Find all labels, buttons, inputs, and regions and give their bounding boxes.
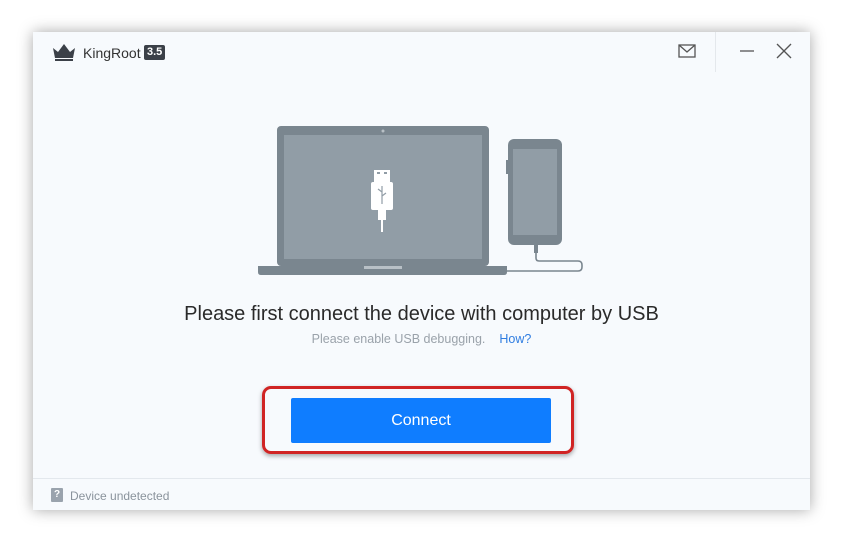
usb-debugging-hint: Please enable USB debugging. How? bbox=[33, 332, 810, 346]
close-icon[interactable] bbox=[773, 40, 795, 62]
how-link[interactable]: How? bbox=[499, 332, 531, 346]
connect-button[interactable]: Connect bbox=[291, 398, 551, 443]
usb-debugging-text: Please enable USB debugging. bbox=[311, 332, 486, 346]
status-bar: ? Device undetected bbox=[33, 478, 810, 510]
title-bar: KingRoot 3.5 bbox=[33, 32, 810, 72]
crown-icon bbox=[53, 44, 75, 61]
titlebar-divider bbox=[715, 32, 716, 72]
minimize-icon[interactable] bbox=[736, 40, 758, 62]
laptop-phone-illustration bbox=[258, 126, 583, 275]
app-title: KingRoot bbox=[83, 45, 141, 61]
question-icon: ? bbox=[51, 488, 63, 502]
phone-icon bbox=[506, 139, 562, 253]
connect-instruction-heading: Please first connect the device with com… bbox=[184, 303, 659, 325]
kingroot-window: KingRoot 3.5 Please first connect the de… bbox=[33, 32, 810, 510]
version-badge: 3.5 bbox=[144, 45, 166, 60]
device-status-text: Device undetected bbox=[70, 489, 170, 503]
mail-icon[interactable] bbox=[676, 41, 698, 61]
